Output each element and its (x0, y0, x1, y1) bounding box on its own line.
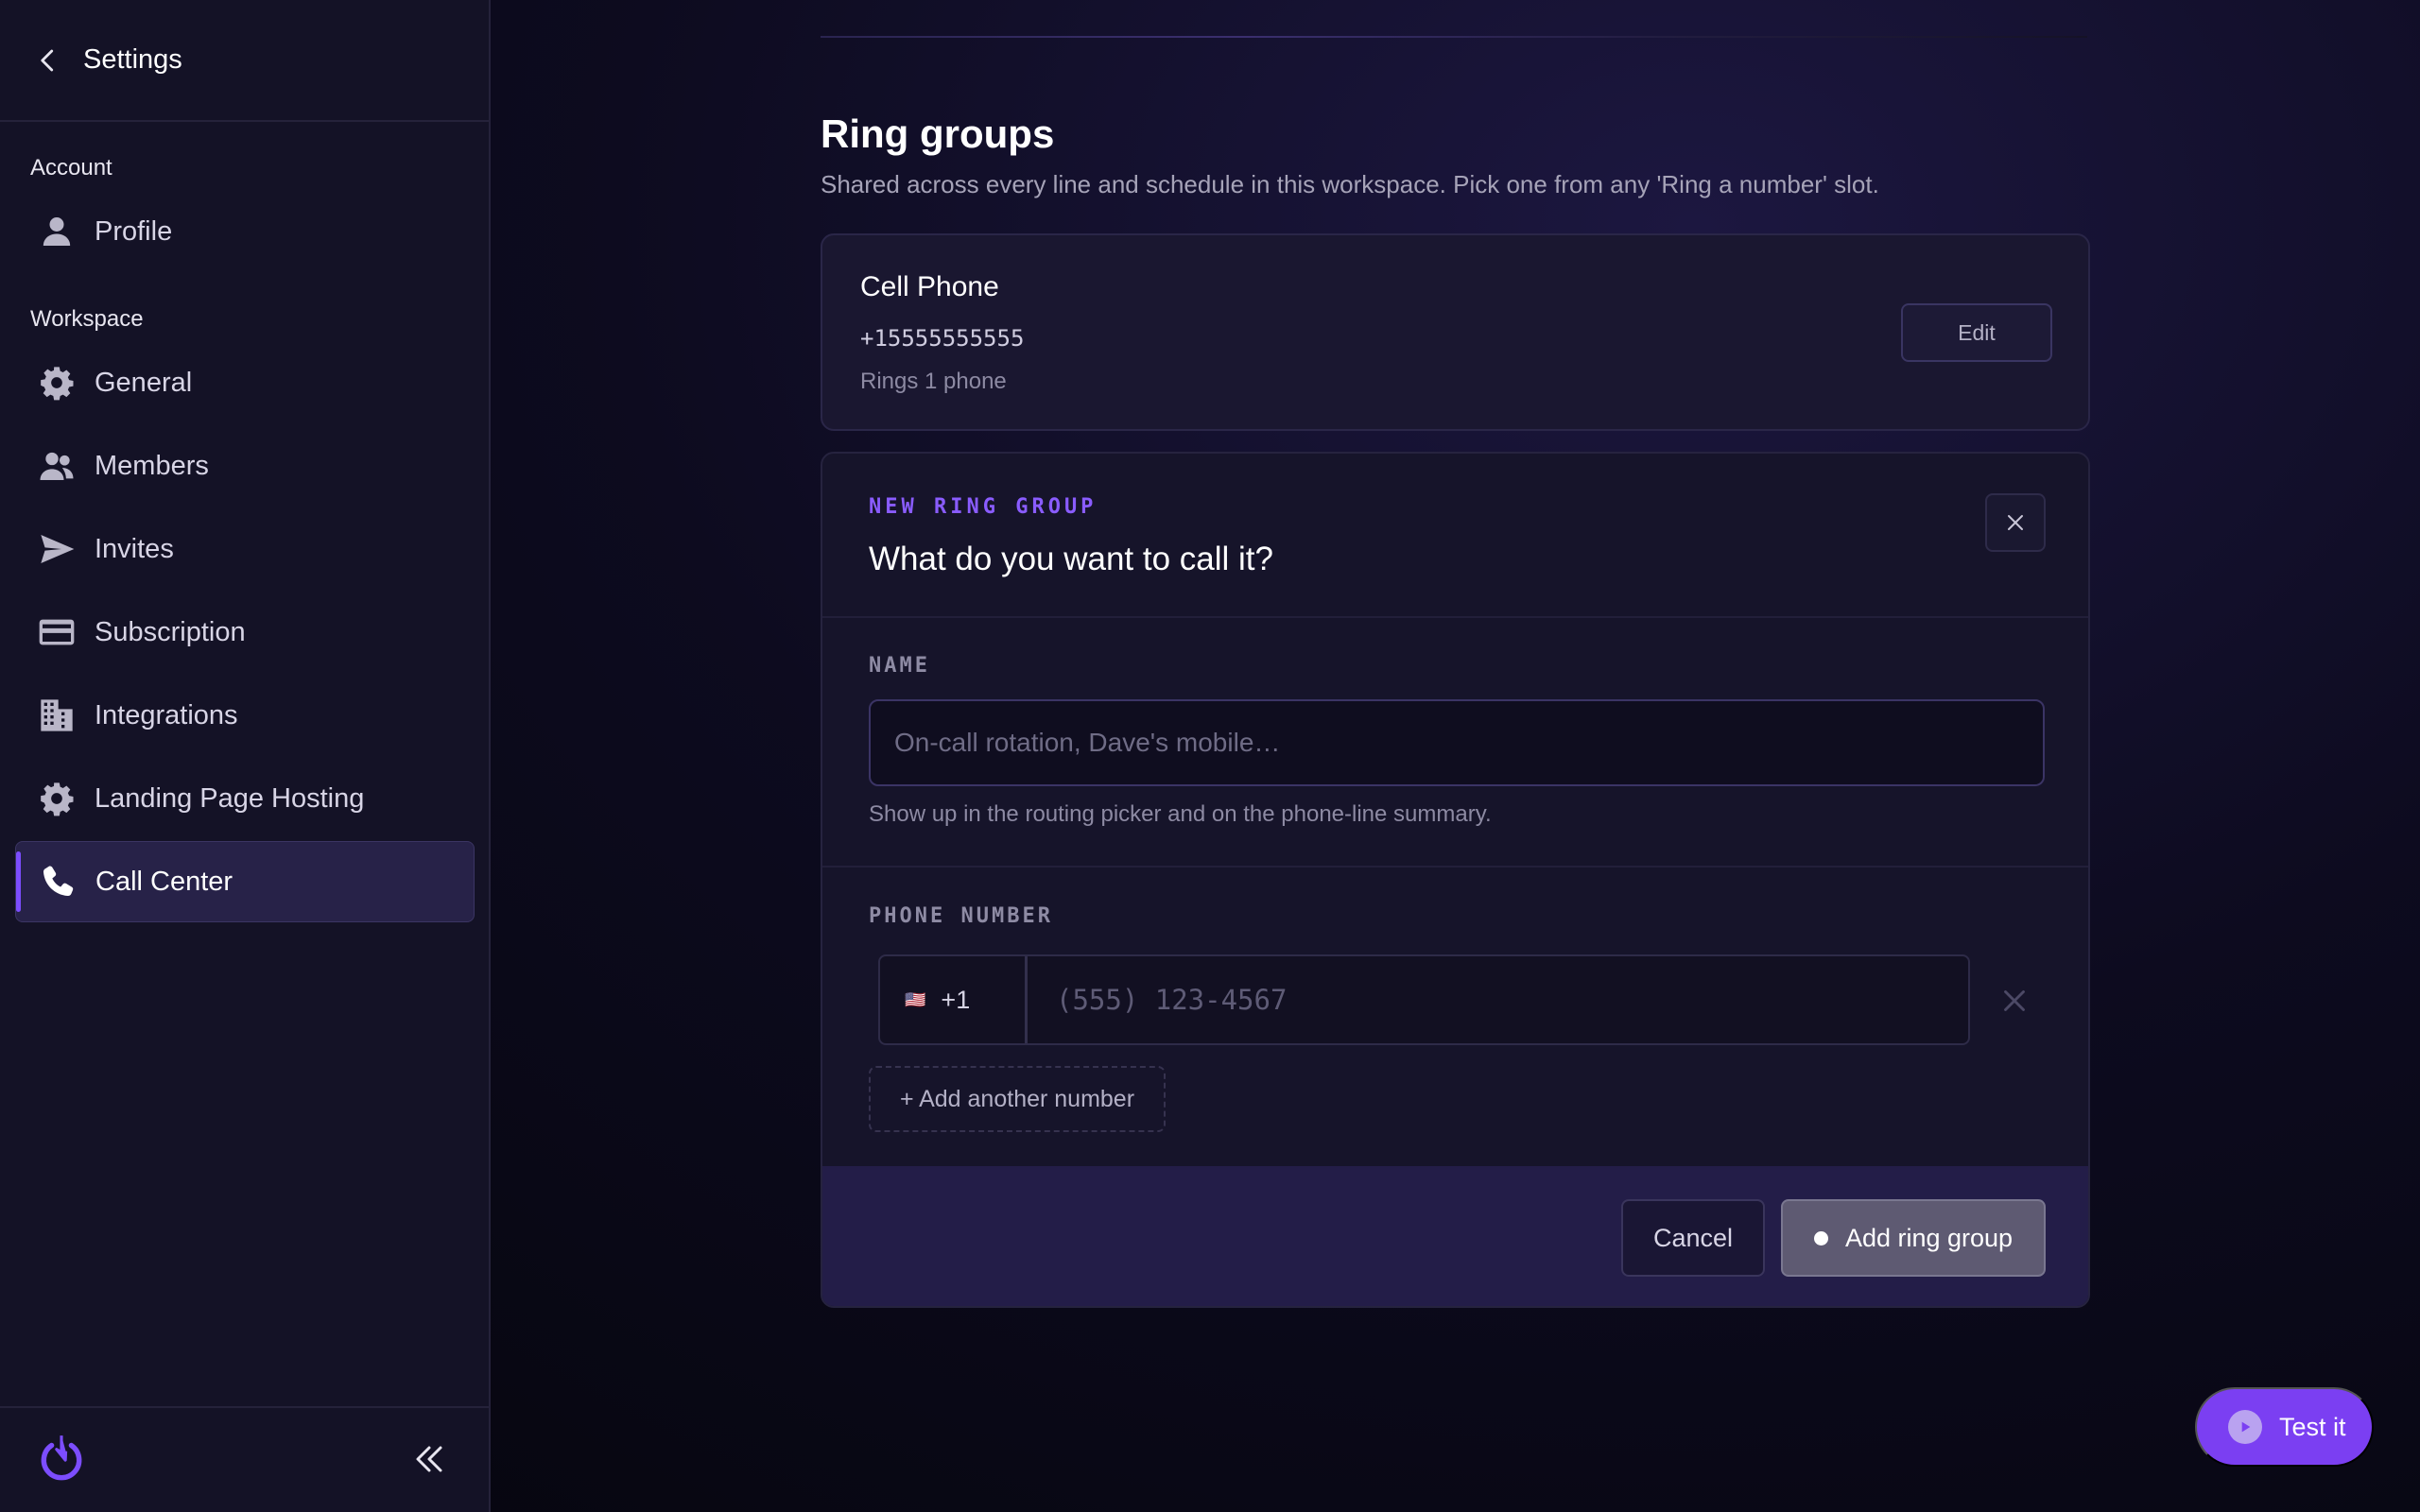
phone-number-label: PHONE NUMBER (869, 904, 1053, 928)
sidebar-item-subscription[interactable]: Subscription (15, 592, 475, 673)
sidebar-item-profile[interactable]: Profile (15, 191, 475, 272)
test-it-label: Test it (2279, 1412, 2346, 1441)
phone-number-input[interactable] (1028, 956, 1968, 1043)
sidebar-item-label: General (95, 367, 193, 398)
sidebar-item-landing-page-hosting[interactable]: Landing Page Hosting (15, 758, 475, 839)
name-input[interactable] (869, 699, 2045, 786)
edit-button[interactable]: Edit (1901, 303, 2052, 362)
name-label: NAME (869, 654, 930, 678)
gear-icon (36, 778, 78, 819)
remove-number-icon[interactable] (1996, 983, 2032, 1019)
chevrons-left-icon[interactable] (412, 1442, 446, 1476)
page-title: Ring groups (821, 112, 1055, 156)
credit-card-icon (36, 611, 78, 653)
cancel-button[interactable]: Cancel (1621, 1199, 1765, 1277)
sidebar-header: Settings (0, 0, 489, 122)
phone-icon (37, 861, 78, 902)
user-icon (36, 211, 78, 252)
close-button[interactable] (1985, 493, 2046, 552)
chevron-left-icon[interactable] (34, 46, 62, 75)
form-divider (822, 616, 2088, 618)
us-flag-icon: 🇺🇸 (905, 989, 926, 1009)
section-label-workspace: Workspace (30, 306, 144, 332)
ring-group-name: Cell Phone (860, 271, 999, 302)
sidebar-item-label: Landing Page Hosting (95, 782, 365, 814)
phone-number-field: 🇺🇸 +1 (878, 954, 1970, 1045)
sidebar-item-label: Integrations (95, 699, 238, 730)
name-helper-text: Show up in the routing picker and on the… (869, 801, 1492, 827)
sidebar-item-label: Subscription (95, 616, 246, 647)
building-icon (36, 695, 78, 736)
form-heading: What do you want to call it? (869, 541, 1273, 577)
status-dot-icon (1813, 1230, 1828, 1246)
play-icon (2228, 1410, 2262, 1444)
add-another-number-button[interactable]: + Add another number (869, 1066, 1166, 1132)
gear-icon (36, 362, 78, 404)
sidebar-item-label: Call Center (95, 866, 233, 897)
top-divider (821, 36, 2087, 38)
new-ring-group-form: NEW RING GROUP What do you want to call … (821, 452, 2090, 1308)
sidebar-title: Settings (83, 44, 182, 75)
users-icon (36, 445, 78, 487)
power-logo-icon (41, 1435, 82, 1481)
sidebar-item-members[interactable]: Members (15, 425, 475, 507)
section-label-account: Account (30, 155, 112, 180)
ring-group-card: Cell Phone +15555555555 Rings 1 phone Ed… (821, 233, 2090, 431)
country-code-select[interactable]: 🇺🇸 +1 (880, 956, 1028, 1043)
country-code: +1 (941, 985, 971, 1014)
page-subtitle: Shared across every line and schedule in… (821, 170, 1879, 198)
send-icon (36, 528, 78, 570)
sidebar-item-invites[interactable]: Invites (15, 508, 475, 590)
sidebar-item-label: Invites (95, 533, 174, 564)
sidebar-footer (0, 1406, 489, 1512)
sidebar-item-integrations[interactable]: Integrations (15, 675, 475, 756)
ring-group-number: +15555555555 (860, 325, 1025, 352)
ring-group-rings-count: Rings 1 phone (860, 369, 1007, 394)
sidebar: Settings Account Profile Workspace Gener… (0, 0, 491, 1512)
sidebar-item-label: Members (95, 450, 209, 481)
sidebar-item-call-center[interactable]: Call Center (15, 841, 475, 922)
add-ring-group-button[interactable]: Add ring group (1781, 1199, 2046, 1277)
sidebar-item-general[interactable]: General (15, 342, 475, 423)
form-divider (822, 866, 2088, 868)
form-eyebrow: NEW RING GROUP (869, 495, 1098, 519)
close-icon (2008, 515, 2023, 530)
add-ring-group-label: Add ring group (1844, 1223, 2014, 1252)
sidebar-item-label: Profile (95, 215, 173, 247)
form-footer: Cancel Add ring group (822, 1166, 2088, 1306)
test-it-button[interactable]: Test it (2195, 1387, 2374, 1467)
